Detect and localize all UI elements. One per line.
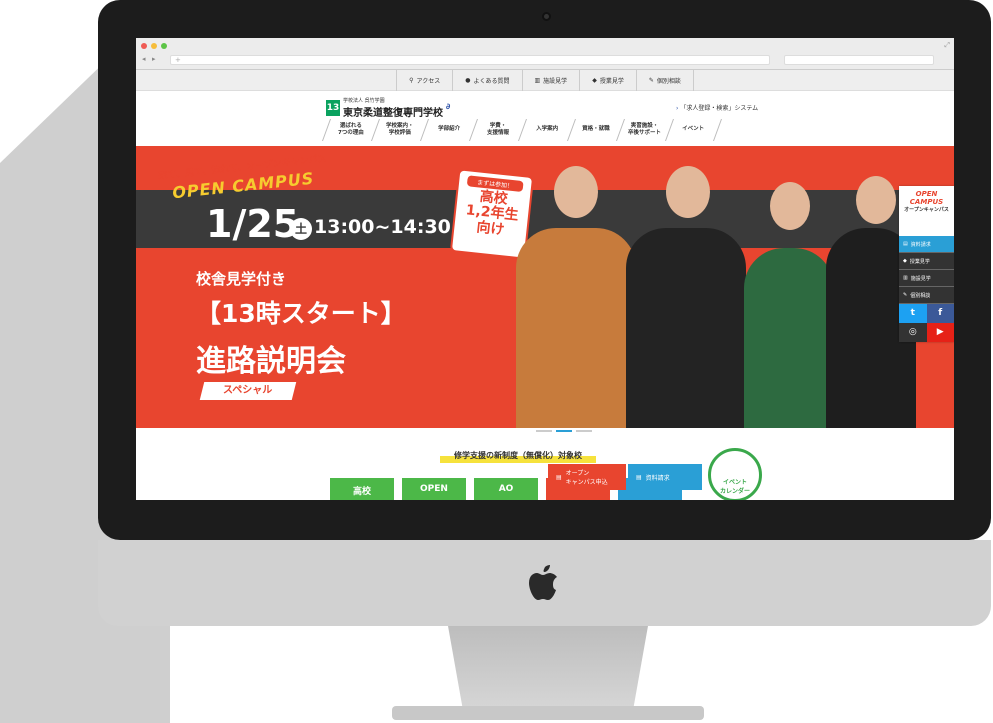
pencil-icon: ✎ (903, 292, 908, 298)
book-icon: ▤ (903, 241, 908, 247)
hero-start: 【13時スタート】 (196, 299, 406, 328)
building-icon: ▥ (903, 275, 908, 281)
slider-dot-active[interactable] (556, 430, 572, 432)
camera-icon (542, 12, 551, 21)
event-calendar-button[interactable]: イベント カレンダー (708, 448, 762, 500)
slider-dot[interactable] (576, 430, 592, 432)
close-window-button[interactable] (141, 43, 147, 49)
topbar-item-faq[interactable]: ● よくある質問 (452, 70, 521, 91)
slider-dot[interactable] (536, 430, 552, 432)
topbar-item-access[interactable]: ⚲ アクセス (396, 70, 452, 91)
side-item-class[interactable]: ◆ 授業見学 (899, 253, 954, 270)
tile-ao[interactable]: AO (474, 478, 538, 500)
building-icon: ▥ (534, 77, 541, 84)
nav-item-department[interactable]: 学部紹介 (419, 119, 478, 141)
nav-item-reasons[interactable]: 選ばれる 7つの理由 (321, 119, 380, 141)
facebook-icon[interactable]: f (926, 304, 954, 323)
nav-item-event[interactable]: イベント (664, 119, 723, 141)
global-nav: 選ばれる 7つの理由 学校案内・ 学校評価 学部紹介 学費・ 支援情報 入学案内… (321, 119, 723, 141)
hero-banner[interactable]: 来て、見て、触れて、オープンキャンパス OPEN CAMPUS 1/25 土 1… (136, 146, 954, 428)
job-system-link[interactable]: › 「求人登録・検索」システム (676, 103, 758, 112)
expand-icon[interactable]: ⤢ (944, 41, 950, 50)
hero-title: 進路説明会 (196, 344, 346, 379)
monitor-base (392, 706, 704, 720)
side-open-campus[interactable]: OPEN CAMPUS オープンキャンパス (899, 186, 954, 236)
brand-swoosh-icon: ∂ (446, 102, 451, 111)
instagram-icon[interactable]: ◎ (899, 323, 927, 342)
logo-subtitle: 学校法人 呉竹学園 (343, 98, 385, 104)
browser-chrome: ◂ ▸ + ⤢ (136, 38, 954, 70)
tile-highschool[interactable]: 高校 (330, 478, 394, 500)
logo-mark: 13 (326, 100, 340, 116)
side-item-consult[interactable]: ✎ 個別相談 (899, 287, 954, 304)
hero-weekday: 土 (290, 218, 312, 240)
browser-screen: ◂ ▸ + ⤢ ⚲ アクセス ● よくある質問 ▥ 施設見学 ◆ 授業見学 ✎ 個別相談 … (136, 38, 954, 500)
hero-tour: 校舎見学付き (196, 270, 287, 288)
student-photo-2 (626, 228, 746, 428)
below-fold: 修学支援の新制度（無償化）対象校 高校 OPEN AO ▤ オープン キャンパス申… (136, 434, 954, 500)
support-heading: 修学支援の新制度（無償化）対象校 (440, 448, 596, 463)
people-icon: ◆ (592, 77, 597, 84)
hero-time: 13:00~14:30 (314, 216, 451, 238)
logo-name: 東京柔道整復専門学校 (343, 108, 443, 119)
maximize-window-button[interactable] (161, 43, 167, 49)
hero-date: 1/25 (206, 202, 300, 246)
student-head-1 (554, 166, 598, 218)
people-icon: ◆ (903, 258, 907, 264)
utility-bar: ⚲ アクセス ● よくある質問 ▥ 施設見学 ◆ 授業見学 ✎ 個別相談 (136, 70, 954, 91)
site-header: 13 学校法人 呉竹学園 東京柔道整復専門学校 ∂ › 「求人登録・検索」システ… (136, 91, 954, 151)
side-item-facility[interactable]: ▥ 施設見学 (899, 270, 954, 287)
student-head-4 (856, 176, 896, 224)
student-photo-3 (744, 248, 834, 428)
side-item-brochure[interactable]: ▤ 資料請求 (899, 236, 954, 253)
pencil-icon: ✎ (648, 77, 654, 84)
nav-item-career[interactable]: 資格・就職 (566, 119, 625, 141)
pin-icon: ⚲ (409, 77, 414, 84)
side-panel: OPEN CAMPUS オープンキャンパス ▤ 資料請求 ◆ 授業見学 ▥ 施設見学 ✎… (899, 186, 954, 342)
nav-item-training[interactable]: 実習施設・ 卒後サポート (615, 119, 674, 141)
social-links: t f ◎ ▶ (899, 304, 954, 342)
book-icon: ▤ (636, 473, 642, 481)
monitor-stand (448, 626, 648, 716)
twitter-icon[interactable]: t (899, 304, 927, 323)
nav-item-about[interactable]: 学校案内・ 学校評価 (370, 119, 429, 141)
forward-arrow-icon[interactable]: ▸ (152, 55, 156, 63)
slider-dots (536, 430, 592, 432)
student-head-2 (666, 166, 710, 218)
hero-special-label: スペシャル (199, 382, 297, 400)
youtube-icon[interactable]: ▶ (926, 323, 954, 342)
search-bar[interactable] (784, 55, 934, 65)
back-arrow-icon[interactable]: ◂ (142, 55, 146, 63)
topbar-item-class[interactable]: ◆ 授業見学 (579, 70, 636, 91)
nav-item-admission[interactable]: 入学案内 (517, 119, 576, 141)
minimize-window-button[interactable] (151, 43, 157, 49)
topbar-item-consult[interactable]: ✎ 個別相談 (635, 70, 694, 91)
student-head-3 (770, 182, 810, 230)
topbar-item-facility[interactable]: ▥ 施設見学 (521, 70, 580, 91)
student-photo-1 (516, 228, 636, 428)
site-logo[interactable]: 13 学校法人 呉竹学園 東京柔道整復専門学校 ∂ (326, 97, 464, 119)
apple-logo-icon (529, 565, 557, 600)
open-campus-apply-button[interactable]: ▤ オープン キャンパス申込 (548, 464, 626, 490)
address-bar[interactable]: + (170, 55, 770, 65)
brochure-request-button[interactable]: ▤ 資料請求 (628, 464, 702, 490)
tile-open[interactable]: OPEN (402, 478, 466, 500)
document-icon: ▤ (556, 473, 562, 481)
chat-icon: ● (465, 77, 471, 84)
nav-item-fees[interactable]: 学費・ 支援情報 (468, 119, 527, 141)
